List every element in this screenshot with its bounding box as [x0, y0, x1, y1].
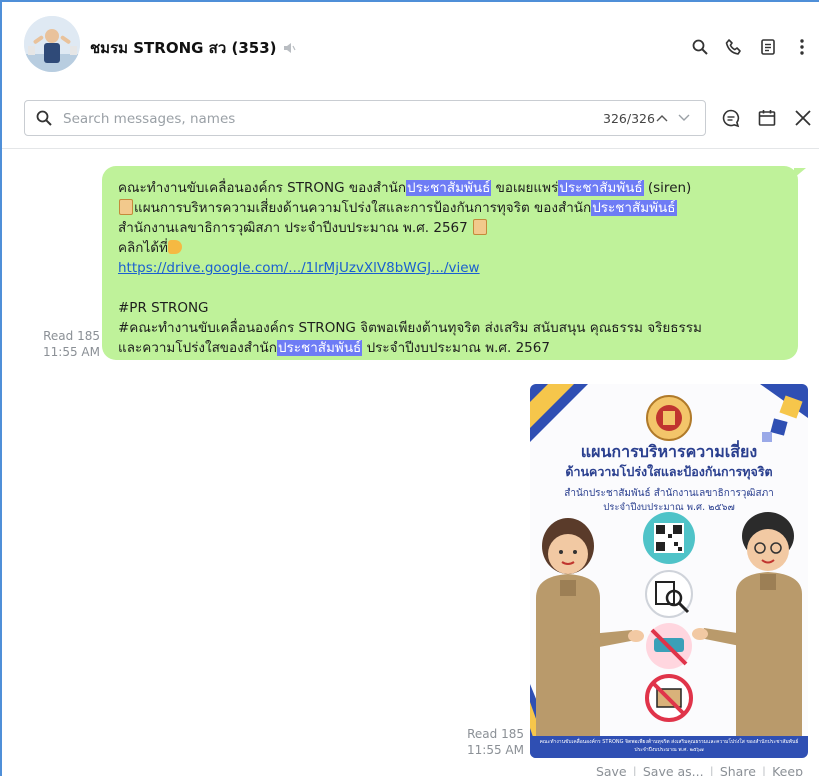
chat-header: ชมรม STRONG สว (353) [2, 2, 819, 88]
search-result-counter: 326/326 [603, 111, 655, 126]
message-line [118, 278, 782, 298]
search-highlight: ประชาสัมพันธ์ [276, 340, 363, 356]
message-time: 11:55 AM [43, 345, 100, 359]
previous-result-chevron-up-icon[interactable] [653, 109, 671, 127]
message-line: https://drive.google.com/.../1lrMjUzvXlV… [118, 258, 782, 278]
message-line: #PR STRONG [118, 300, 209, 316]
room-title: ชมรม STRONG สว (353) [90, 36, 297, 60]
chat-window: ชมรม STRONG สว (353) 326/326 [0, 0, 819, 776]
image-actions: Save | Save as... | Share | Keep [596, 764, 803, 776]
share-button[interactable]: Share [720, 764, 756, 776]
read-receipt: Read 185 [43, 329, 100, 343]
message-line: #คณะทำงานขับเคลื่อนองค์กร STRONG จิตพอเพ… [118, 320, 702, 336]
read-receipt: Read 185 [467, 727, 524, 741]
notes-icon[interactable] [757, 36, 779, 58]
pointing-hand-emoji-icon [167, 240, 182, 254]
search-highlight: ประชาสัมพันธ์ [558, 180, 644, 196]
drive-link[interactable]: https://drive.google.com/.../1lrMjUzvXlV… [118, 260, 480, 276]
group-avatar[interactable] [24, 16, 80, 72]
action-separator: | [761, 764, 767, 776]
calendar-icon[interactable] [754, 105, 780, 131]
clipboard-emoji-icon [473, 219, 488, 235]
muted-speaker-icon [284, 43, 297, 53]
message-time: 11:55 AM [467, 743, 524, 757]
search-highlight: ประชาสัมพันธ์ [591, 200, 677, 216]
save-as-button[interactable]: Save as... [643, 764, 704, 776]
poster-subtitle-line-1: สำนักประชาสัมพันธ์ สำนักงานเลขาธิการวุฒิ… [564, 488, 774, 499]
search-icon[interactable] [689, 36, 711, 58]
phone-icon[interactable] [723, 36, 745, 58]
chat-bubble-icon[interactable] [718, 105, 744, 131]
save-button[interactable]: Save [596, 764, 627, 776]
keep-button[interactable]: Keep [772, 764, 803, 776]
action-separator: | [709, 764, 714, 776]
room-name: ชมรม STRONG สว (353) [90, 39, 277, 57]
poster-title-line-2: ด้านความโปร่งใสและป้องกันการทุจริต [565, 464, 773, 479]
message-bubble[interactable]: คณะทำงานขับเคลื่อนองค์กร STRONG ของสำนัก… [102, 166, 806, 360]
action-separator: | [632, 764, 637, 776]
message-line: แผนการบริหารความเสี่ยงด้านความโปร่งใสและ… [118, 198, 782, 218]
clipboard-emoji-icon [119, 199, 133, 215]
search-icon [36, 110, 52, 126]
image-message-meta: Read 185 11:55 AM [450, 726, 524, 758]
poster-image[interactable]: แผนการบริหารความเสี่ยง ด้านความโปร่งใสแล… [530, 384, 808, 758]
search-highlight: ประชาสัมพันธ์ [406, 180, 492, 196]
poster-footer-text: คณะทำงานขับเคลื่อนองค์กร STRONG จิตพอเพี… [539, 739, 799, 753]
message-line: คลิกได้ที่ [118, 238, 782, 258]
message-search-box: 326/326 [24, 100, 706, 136]
message-line: สำนักงานเลขาธิการวุฒิสภา ประจำปีงบประมาณ… [118, 218, 782, 238]
message-meta: Read 185 11:55 AM [30, 328, 100, 360]
header-divider [2, 148, 819, 149]
message-line: คณะทำงานขับเคลื่อนองค์กร STRONG ของสำนัก… [118, 180, 692, 196]
close-icon[interactable] [790, 105, 816, 131]
message-line: และความโปร่งใสของสำนักประชาสัมพันธ์ ประจ… [118, 340, 550, 356]
more-icon[interactable] [791, 36, 813, 58]
next-result-chevron-down-icon[interactable] [675, 109, 693, 127]
search-input[interactable] [63, 107, 583, 131]
poster-subtitle-line-2: ประจำปีงบประมาณ พ.ศ. ๒๕๖๗ [603, 502, 735, 513]
